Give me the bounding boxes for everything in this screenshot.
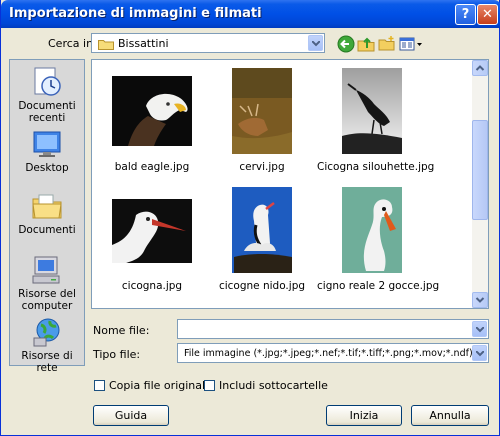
recent-documents-icon (31, 66, 63, 98)
copy-originals-label: Copia file originali (109, 379, 209, 392)
place-recent-documents[interactable]: Documenti recenti (10, 66, 84, 124)
filetype-combo[interactable]: File immagine (*.jpg;*.jpeg;*.nef;*.tif;… (177, 343, 489, 363)
look-in-value: Bissattini (118, 37, 169, 50)
computer-icon (31, 254, 63, 286)
place-documents[interactable]: Documenti (10, 190, 84, 236)
filename-dropdown-arrow[interactable] (472, 321, 487, 337)
filetype-dropdown-arrow[interactable] (472, 345, 487, 361)
place-label: Documenti (18, 224, 76, 236)
back-arrow-icon (337, 35, 355, 53)
file-name: cicogne nido.jpg (218, 280, 306, 292)
documents-folder-icon (31, 190, 63, 222)
new-folder-icon (378, 36, 395, 51)
filetype-label: Tipo file: (93, 348, 141, 361)
file-name: cervi.jpg (239, 161, 285, 173)
desktop-icon (31, 128, 63, 160)
file-item[interactable]: cicogna.jpg (97, 185, 207, 292)
place-my-computer[interactable]: Risorse del computer (10, 254, 84, 312)
include-subfolders-label: Includi sottocartelle (219, 379, 328, 392)
scroll-down-button[interactable] (472, 292, 488, 308)
file-list: bald eagle.jpg cervi.jpg Cicogna silouhe… (91, 59, 489, 309)
view-menu-icon (399, 37, 422, 51)
network-globe-icon (31, 316, 63, 348)
view-menu-button[interactable] (399, 35, 423, 53)
up-folder-icon (357, 37, 375, 52)
place-label: Desktop (25, 162, 69, 174)
look-in-combo[interactable]: Bissattini (91, 33, 325, 53)
vertical-scrollbar[interactable] (472, 60, 488, 308)
title-bar[interactable]: Importazione di immagini e filmati ? ✕ (1, 0, 500, 28)
place-network[interactable]: Risorse di rete (10, 316, 84, 374)
filename-label: Nome file: (93, 324, 150, 337)
thumbnail-image (106, 66, 198, 158)
thumbnail-image (326, 185, 418, 277)
filetype-value: File immagine (*.jpg;*.jpeg;*.nef;*.tif;… (184, 348, 473, 359)
places-bar: Documenti recenti Desktop Documenti Riso… (9, 59, 85, 374)
look-in-dropdown-arrow[interactable] (308, 35, 323, 51)
thumbnail-image (216, 185, 308, 277)
dialog-window: Importazione di immagini e filmati ? ✕ C… (0, 0, 500, 436)
thumbnail-image (326, 66, 418, 158)
file-item[interactable]: cigno reale 2 gocce.jpg (317, 185, 440, 292)
file-name: bald eagle.jpg (114, 161, 190, 173)
scroll-up-button[interactable] (472, 60, 488, 76)
file-item[interactable]: cervi.jpg (207, 66, 317, 173)
place-label: Risorse del computer (18, 288, 76, 312)
look-in-label: Cerca in: (48, 37, 97, 50)
place-label: Documenti recenti (18, 100, 76, 124)
place-desktop[interactable]: Desktop (10, 128, 84, 174)
file-name: cicogna.jpg (121, 280, 183, 292)
help-title-button[interactable]: ? (455, 4, 476, 25)
thumbnail-image (216, 66, 308, 158)
help-button[interactable]: Guida (93, 405, 169, 426)
file-name: Cicogna silouhette.jpg (317, 161, 435, 173)
chevron-down-icon (475, 297, 485, 303)
chevron-up-icon (475, 65, 485, 71)
up-folder-button[interactable] (357, 35, 375, 53)
file-name: cigno reale 2 gocce.jpg (317, 280, 440, 292)
thumbnail-image (106, 185, 198, 277)
new-folder-button[interactable] (378, 35, 396, 53)
chevron-down-icon (312, 41, 320, 47)
file-item[interactable]: bald eagle.jpg (97, 66, 207, 173)
include-subfolders-checkbox[interactable] (204, 380, 215, 391)
start-button[interactable]: Inizia (326, 405, 402, 426)
back-button[interactable] (337, 35, 355, 53)
copy-originals-checkbox[interactable] (94, 380, 105, 391)
scroll-thumb[interactable] (472, 120, 488, 220)
cancel-button[interactable]: Annulla (411, 405, 489, 426)
place-label: Risorse di rete (21, 350, 73, 374)
file-item[interactable]: cicogne nido.jpg (207, 185, 317, 292)
window-title: Importazione di immagini e filmati (9, 6, 262, 21)
close-button[interactable]: ✕ (477, 4, 498, 25)
file-item[interactable]: Cicogna silouhette.jpg (317, 66, 435, 173)
folder-icon (98, 40, 114, 50)
chevron-down-icon (476, 351, 484, 357)
chevron-down-icon (476, 327, 484, 333)
filename-combo[interactable] (177, 319, 489, 339)
